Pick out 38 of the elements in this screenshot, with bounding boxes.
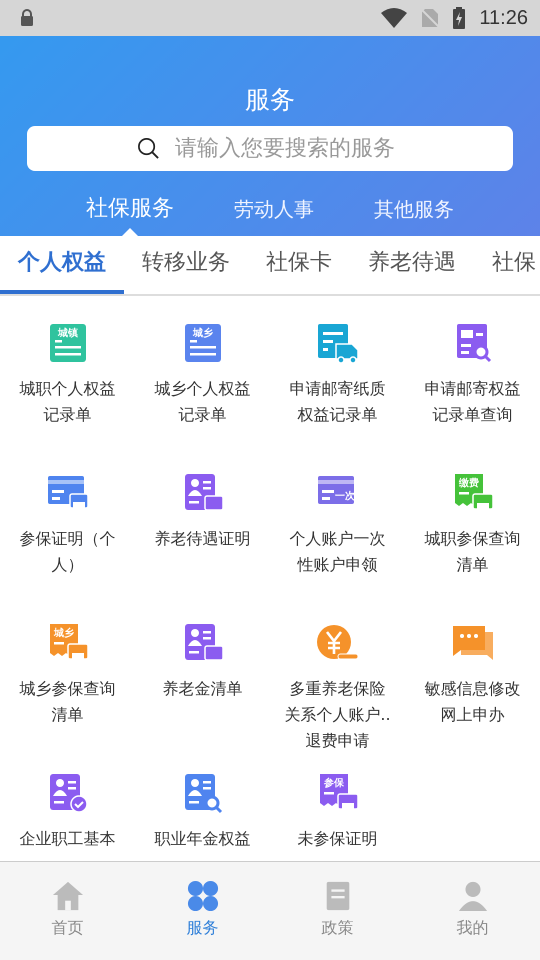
no-sim-icon xyxy=(421,8,440,28)
service-label[interactable]: 申请邮寄纸质权益记录单 xyxy=(284,376,392,428)
battery-icon xyxy=(453,7,466,29)
service-label[interactable]: 城乡个人权益记录单 xyxy=(148,376,256,428)
service-label[interactable]: 多重养老保险关系个人账户..退费申请 xyxy=(284,676,392,754)
search-icon xyxy=(137,137,160,160)
service-label[interactable]: 参保证明（个人） xyxy=(14,526,122,578)
sub-tab[interactable]: 社保卡 xyxy=(248,236,350,294)
sub-tab[interactable]: 个人权益 xyxy=(0,236,124,294)
icon-tag-label: 城乡 xyxy=(54,628,74,639)
service-label[interactable]: 未参保证明 xyxy=(284,826,392,852)
truck-document-icon[interactable] xyxy=(316,324,360,364)
service-label[interactable]: 养老金清单 xyxy=(148,676,256,702)
icon-tag-label: 一次 xyxy=(334,491,354,502)
sub-tab[interactable]: 转移业务 xyxy=(124,236,248,294)
service-label[interactable]: 养老待遇证明 xyxy=(148,526,256,552)
sub-tab[interactable]: 养老待遇 xyxy=(350,236,474,294)
service-label[interactable]: 职业年金权益 xyxy=(148,826,256,852)
service-label[interactable]: 申请邮寄权益记录单查询 xyxy=(418,376,526,428)
service-label[interactable]: 城乡参保查询清单 xyxy=(14,676,122,728)
lock-icon xyxy=(20,9,34,27)
page-title: 服务 xyxy=(245,84,295,116)
icon-tag-label: 参保 xyxy=(324,778,344,789)
service-label[interactable]: 敏感信息修改网上申办 xyxy=(418,676,526,728)
icon-tag-label: 城镇 xyxy=(58,328,78,339)
home-icon xyxy=(50,880,84,912)
clock-time: 11:26 xyxy=(479,6,528,30)
service-label[interactable]: 城职个人权益记录单 xyxy=(14,376,122,428)
wifi-icon xyxy=(381,8,408,28)
service-label[interactable]: 企业职工基本 xyxy=(14,826,122,852)
search-field[interactable]: 请输入您要搜索的服务 xyxy=(27,126,513,171)
sub-tab[interactable]: 社保 xyxy=(474,236,536,294)
icon-tag-label: 缴费 xyxy=(458,478,478,489)
service-label[interactable]: 城职参保查询清单 xyxy=(418,526,526,578)
four-petal-icon xyxy=(186,880,220,912)
nav-tab[interactable]: 服务 xyxy=(135,862,270,960)
service-label[interactable]: 个人账户一次性账户申领 xyxy=(284,526,392,578)
icon-tag-label: 城乡 xyxy=(192,328,212,339)
